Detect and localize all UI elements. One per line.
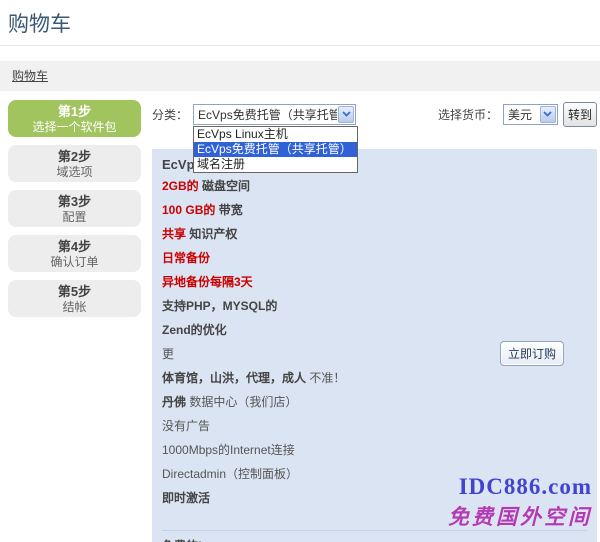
- feature-datacenter: 丹佛 数据中心（我们店）: [162, 395, 587, 409]
- step-label: 确认订单: [8, 255, 141, 270]
- dropdown-option-linux[interactable]: EcVps Linux主机: [194, 127, 357, 142]
- sidebar-step-2[interactable]: 第2步 域选项: [8, 145, 141, 182]
- sidebar-step-3[interactable]: 第3步 配置: [8, 190, 141, 227]
- currency-selected-value: 美元: [508, 106, 539, 123]
- filter-toolbar: 分类： EcVps免费托管（共享托管） EcVps Linux主机 EcVps免…: [152, 102, 597, 126]
- dropdown-option-domain[interactable]: 域名注册: [194, 157, 357, 172]
- chevron-down-icon[interactable]: [338, 106, 354, 123]
- step-label: 选择一个软件包: [8, 120, 141, 135]
- product-panel: EcVps免费托管（共享托管）- 2GB的 磁盘空间 100 GB的 带宽 共享…: [152, 149, 597, 542]
- content-area: 分类： EcVps免费托管（共享托管） EcVps Linux主机 EcVps免…: [152, 100, 597, 542]
- category-select[interactable]: EcVps免费托管（共享托管）: [193, 104, 356, 125]
- free-price-label: 免费的!: [162, 530, 587, 542]
- go-button[interactable]: 转到: [563, 102, 597, 127]
- step-number: 第3步: [8, 193, 141, 210]
- step-number: 第4步: [8, 238, 141, 255]
- currency-label: 选择货币：: [438, 106, 498, 123]
- feature-disk: 2GB的 磁盘空间: [162, 179, 587, 193]
- step-number: 第5步: [8, 283, 141, 300]
- sidebar-step-5[interactable]: 第5步 结帐: [8, 280, 141, 317]
- feature-offsite-backup: 异地备份每隔3天: [162, 275, 587, 289]
- feature-daily-backup: 日常备份: [162, 251, 587, 265]
- category-label: 分类：: [152, 106, 188, 123]
- sidebar-step-1[interactable]: 第1步 选择一个软件包: [8, 100, 141, 137]
- step-number: 第1步: [8, 103, 141, 120]
- step-label: 域选项: [8, 165, 141, 180]
- feature-shared-ip: 共享 知识产权: [162, 227, 587, 241]
- feature-bandwidth: 100 GB的 带宽: [162, 203, 587, 217]
- category-select-wrap: EcVps免费托管（共享托管） EcVps Linux主机 EcVps免费托管（…: [193, 104, 356, 125]
- category-selected-value: EcVps免费托管（共享托管）: [198, 106, 337, 123]
- step-number: 第2步: [8, 148, 141, 165]
- main-layout: 第1步 选择一个软件包 第2步 域选项 第3步 配置 第4步 确认订单 第5步 …: [0, 100, 600, 542]
- steps-sidebar: 第1步 选择一个软件包 第2步 域选项 第3步 配置 第4步 确认订单 第5步 …: [8, 100, 141, 542]
- category-dropdown-list: EcVps Linux主机 EcVps免费托管（共享托管） 域名注册: [193, 126, 358, 173]
- breadcrumb-cart-link[interactable]: 购物车: [12, 69, 48, 83]
- feature-instant-activation: 即时激活: [162, 491, 587, 505]
- page-title: 购物车: [8, 8, 600, 38]
- feature-no-ads: 没有广告: [162, 419, 587, 433]
- breadcrumb: 购物车: [0, 61, 600, 91]
- order-now-button[interactable]: 立即订购: [500, 341, 564, 366]
- feature-panel: Directadmin（控制面板）: [162, 467, 587, 481]
- sidebar-step-4[interactable]: 第4步 确认订单: [8, 235, 141, 272]
- chevron-down-icon[interactable]: [540, 106, 556, 123]
- currency-select[interactable]: 美元: [503, 104, 558, 125]
- dropdown-option-free-hosting[interactable]: EcVps免费托管（共享托管）: [194, 142, 357, 157]
- step-label: 配置: [8, 210, 141, 225]
- page-header: 购物车: [0, 0, 600, 46]
- feature-zend: Zend的优化: [162, 323, 587, 337]
- feature-php-mysql: 支持PHP，MYSQL的: [162, 299, 587, 313]
- step-label: 结帐: [8, 300, 141, 315]
- feature-not-allowed: 体育馆，山洪，代理，成人 不准！: [162, 371, 587, 385]
- feature-network: 1000Mbps的Internet连接: [162, 443, 587, 457]
- shopping-cart-page: 购物车 购物车 第1步 选择一个软件包 第2步 域选项 第3步 配置 第4步 确…: [0, 0, 600, 542]
